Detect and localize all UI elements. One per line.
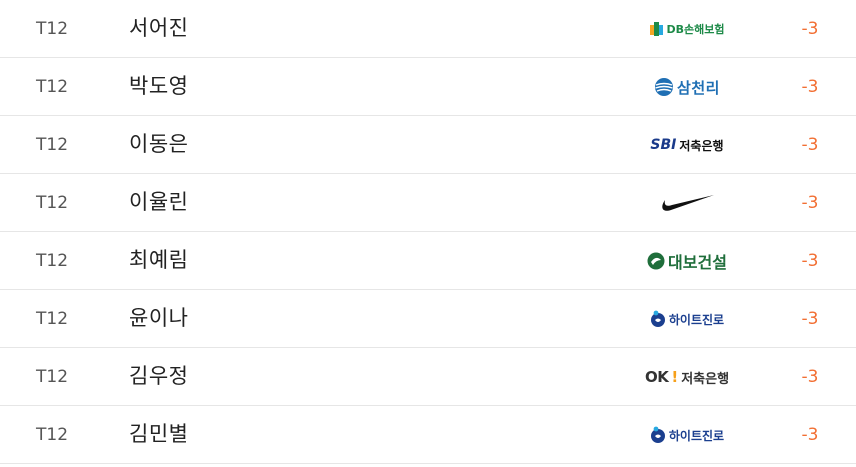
player-name[interactable]: 서어진 — [129, 0, 188, 58]
rank-cell: T12 — [36, 77, 69, 97]
db-insurance-logo: DB손해보험 — [649, 21, 725, 37]
sponsor-cell: SBI 저축은행 — [632, 116, 742, 174]
ok-savings-bank-logo: OK ! 저축은행 — [645, 368, 729, 387]
leaderboard-row[interactable]: T12 김우정 OK ! 저축은행 -3 — [0, 348, 856, 406]
score-cell: -3 — [801, 19, 819, 39]
sponsor-text: 하이트진로 — [668, 428, 725, 443]
daebo-construction-logo: 대보건설 — [647, 249, 727, 273]
daebo-mark-icon — [647, 252, 665, 270]
hitejinro-mark-icon — [650, 310, 665, 327]
rank-cell: T12 — [36, 193, 69, 213]
leaderboard-row[interactable]: T12 서어진 DB손해보험 -3 — [0, 0, 856, 58]
exclamation-icon: ! — [671, 368, 679, 386]
sponsor-cell: DB손해보험 — [632, 0, 742, 58]
sbi-mark: SBI — [650, 137, 677, 153]
hitejinro-logo: 하이트진로 — [650, 426, 724, 444]
leaderboard-row[interactable]: T12 이동은 SBI 저축은행 -3 — [0, 116, 856, 174]
rank-cell: T12 — [36, 309, 69, 329]
hitejinro-logo: 하이트진로 — [650, 310, 724, 328]
score-cell: -3 — [801, 251, 819, 271]
player-name[interactable]: 이율린 — [129, 174, 188, 232]
leaderboard-row[interactable]: T12 김민별 하이트진로 -3 — [0, 406, 856, 464]
player-name[interactable]: 박도영 — [129, 58, 188, 116]
globe-icon — [655, 78, 674, 96]
rank-cell: T12 — [36, 19, 69, 39]
sponsor-text: 저축은행 — [681, 371, 730, 387]
sponsor-text: DB손해보험 — [666, 23, 725, 36]
score-cell: -3 — [801, 367, 819, 387]
player-name[interactable]: 김우정 — [129, 348, 188, 406]
rank-cell: T12 — [36, 251, 69, 271]
score-cell: -3 — [801, 77, 819, 97]
rank-cell: T12 — [36, 135, 69, 155]
hitejinro-mark-icon — [650, 426, 665, 443]
sponsor-cell: 대보건설 — [632, 232, 742, 290]
sponsor-cell: 하이트진로 — [632, 406, 742, 464]
nike-swoosh-logo — [662, 195, 714, 211]
samchully-logo: 삼천리 — [654, 77, 720, 98]
leaderboard-row[interactable]: T12 윤이나 하이트진로 -3 — [0, 290, 856, 348]
player-name[interactable]: 최예림 — [129, 232, 188, 290]
sponsor-cell: 삼천리 — [632, 58, 742, 116]
leaderboard-table: T12 서어진 DB손해보험 -3 T12 박도영 삼천리 -3 T12 이동은… — [0, 0, 856, 467]
sponsor-text: 대보건설 — [668, 253, 727, 272]
rank-cell: T12 — [36, 425, 69, 445]
leaderboard-row[interactable]: T12 최예림 대보건설 -3 — [0, 232, 856, 290]
sbi-savings-bank-logo: SBI 저축은행 — [650, 137, 723, 154]
sponsor-cell — [632, 174, 742, 232]
player-name[interactable]: 윤이나 — [129, 290, 188, 348]
sponsor-text: 하이트진로 — [668, 312, 725, 327]
leaderboard-row[interactable]: T12 박도영 삼천리 -3 — [0, 58, 856, 116]
player-name[interactable]: 이동은 — [129, 116, 188, 174]
score-cell: -3 — [801, 425, 819, 445]
ok-mark: OK — [644, 368, 669, 386]
sponsor-cell: OK ! 저축은행 — [632, 348, 742, 406]
score-cell: -3 — [801, 193, 819, 213]
score-cell: -3 — [801, 309, 819, 329]
leaderboard-row[interactable]: T12 이율린 -3 — [0, 174, 856, 232]
sponsor-text: 저축은행 — [679, 138, 724, 153]
db-mark-icon — [649, 22, 663, 36]
sponsor-cell: 하이트진로 — [632, 290, 742, 348]
score-cell: -3 — [801, 135, 819, 155]
sponsor-text: 삼천리 — [677, 78, 720, 97]
player-name[interactable]: 김민별 — [129, 406, 188, 464]
rank-cell: T12 — [36, 367, 69, 387]
